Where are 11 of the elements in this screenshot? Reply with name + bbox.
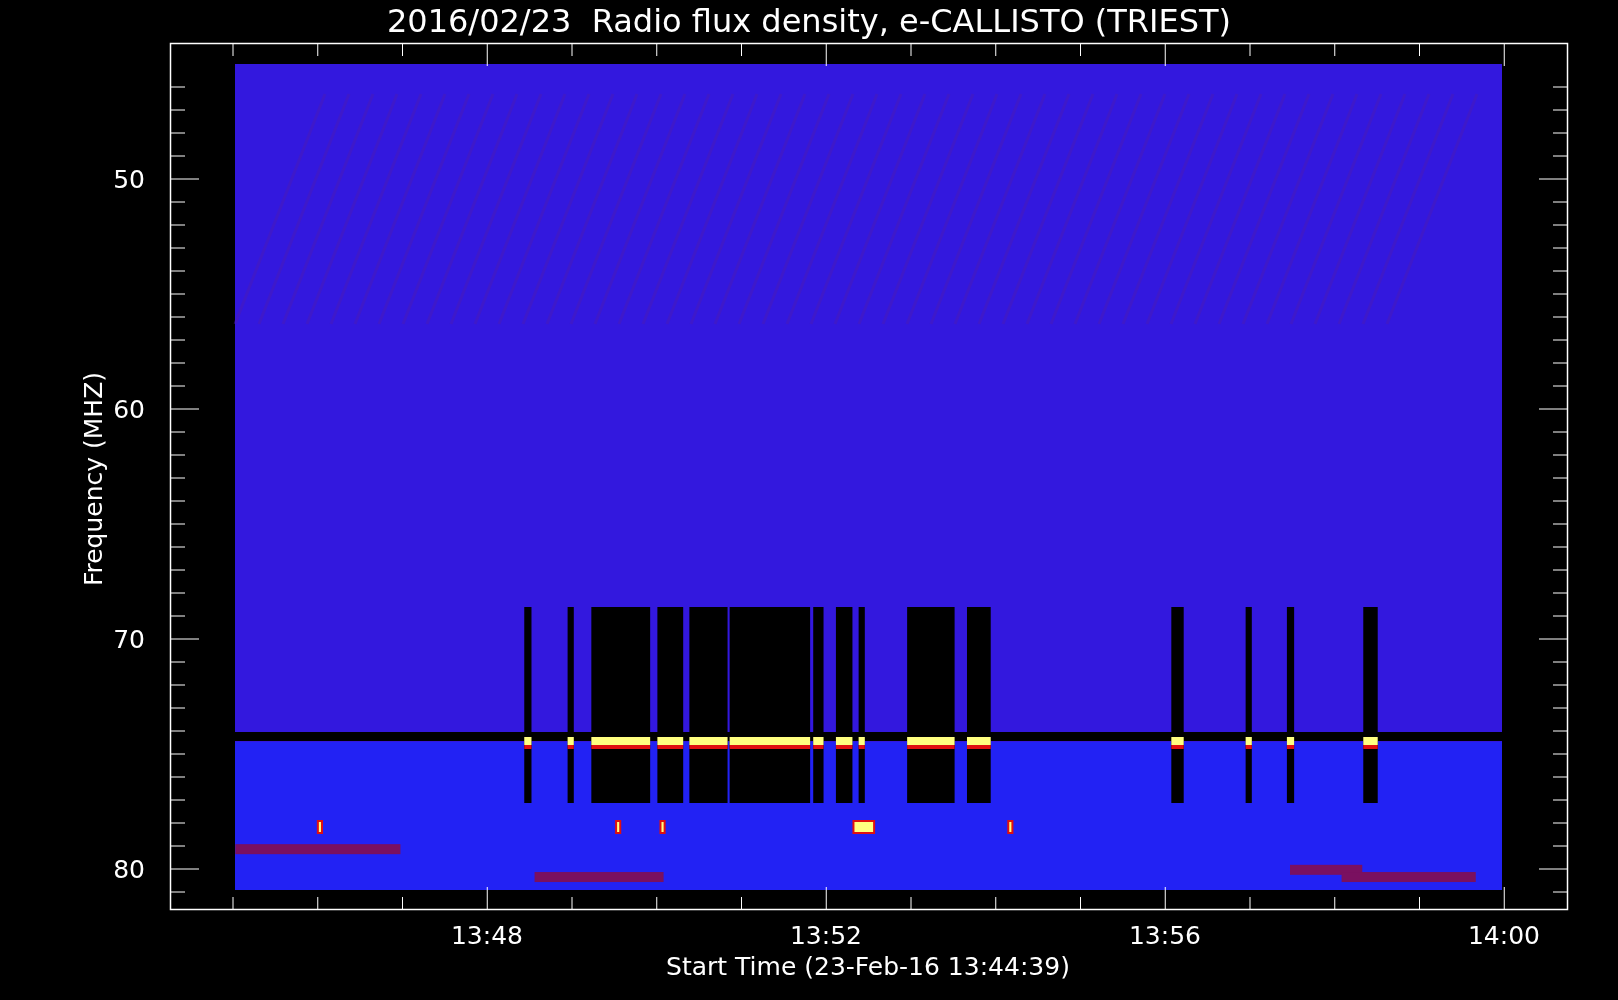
y-tick-label: 80 bbox=[113, 855, 145, 884]
y-axis-label: Frequency (MHZ) bbox=[79, 371, 108, 587]
x-axis-label: Start Time (23-Feb-16 13:44:39) bbox=[666, 952, 1070, 981]
x-tick-label: 13:48 bbox=[451, 921, 523, 950]
y-tick-label: 60 bbox=[113, 395, 145, 424]
y-tick-label: 70 bbox=[113, 625, 145, 654]
x-tick-label: 13:52 bbox=[790, 921, 862, 950]
x-tick-label: 14:00 bbox=[1468, 921, 1540, 950]
chart-title: 2016/02/23 Radio flux density, e-CALLISTO (TRIEST) bbox=[386, 2, 1232, 40]
x-tick-label: 13:56 bbox=[1129, 921, 1201, 950]
y-tick-label: 50 bbox=[113, 165, 145, 194]
